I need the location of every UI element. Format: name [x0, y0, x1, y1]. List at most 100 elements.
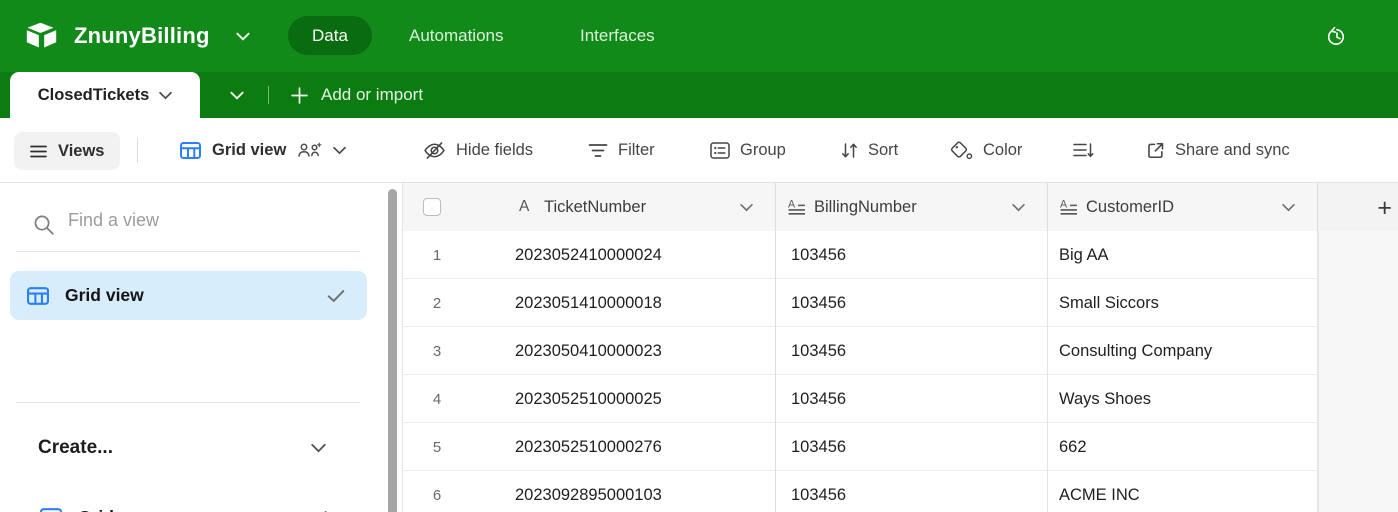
- sort-button[interactable]: Sort: [841, 118, 898, 182]
- row-number: 5: [421, 423, 453, 471]
- column-menu-chevron-down-icon[interactable]: [1282, 203, 1295, 212]
- billingnumber-cell[interactable]: 103456: [776, 327, 1048, 375]
- sidebar-view-grid-view[interactable]: Grid view: [10, 271, 367, 320]
- customerid-cell[interactable]: Big AA: [1048, 231, 1318, 279]
- add-or-import-button[interactable]: Add or import: [291, 72, 423, 118]
- plus-icon: +: [1377, 194, 1392, 223]
- grid-body: 1 2023052410000024 103456 Big AA 2 20230…: [403, 231, 1318, 512]
- billingnumber-cell[interactable]: 103456: [776, 423, 1048, 471]
- sidebar-scrollbar[interactable]: [388, 189, 397, 512]
- ticketnumber-cell[interactable]: 1 2023052410000024: [403, 231, 776, 279]
- eye-off-icon: [423, 141, 446, 160]
- table-row: 3 2023050410000023 103456 Consulting Com…: [403, 327, 1318, 375]
- views-button[interactable]: Views: [14, 132, 120, 170]
- ticketnumber-cell[interactable]: 6 2023092895000103: [403, 471, 776, 512]
- row-number: 1: [421, 231, 453, 279]
- base-title: ZnunyBilling: [74, 0, 210, 72]
- history-icon[interactable]: [1326, 26, 1347, 47]
- table-list-chevron-down-icon[interactable]: [220, 72, 254, 118]
- row-number: 4: [421, 375, 453, 423]
- billingnumber-cell[interactable]: 103456: [776, 231, 1048, 279]
- row-number: 3: [421, 327, 453, 375]
- ticketnumber-cell[interactable]: 4 2023052510000025: [403, 375, 776, 423]
- table-row: 5 2023052510000276 103456 662: [403, 423, 1318, 471]
- add-or-import-label: Add or import: [321, 85, 423, 105]
- hide-fields-button[interactable]: Hide fields: [423, 118, 533, 182]
- create-chevron-down-icon: [311, 443, 326, 453]
- single-line-text-field-icon: A: [519, 198, 529, 216]
- view-name: Grid view: [65, 285, 144, 306]
- group-label: Group: [740, 141, 786, 160]
- grid-view-icon: [40, 508, 62, 512]
- app-logo-icon[interactable]: [26, 22, 57, 49]
- collaborators-icon: [297, 142, 322, 159]
- column-header-customerid[interactable]: A CustomerID: [1048, 183, 1318, 231]
- views-label: Views: [58, 142, 104, 161]
- base-title-chevron-down-icon[interactable]: [236, 0, 250, 72]
- ticketnumber-cell[interactable]: 5 2023052510000276: [403, 423, 776, 471]
- select-all-checkbox[interactable]: [423, 198, 441, 216]
- customerid-cell[interactable]: Consulting Company: [1048, 327, 1318, 375]
- row-number: 6: [421, 471, 453, 512]
- search-underline: [16, 251, 360, 252]
- ticketnumber-cell[interactable]: 3 2023050410000023: [403, 327, 776, 375]
- views-sidebar: Find a view Grid view Create...: [0, 183, 403, 512]
- airtable-app-window: ZnunyBilling Data Automations Interfaces…: [0, 0, 1398, 512]
- billingnumber-cell[interactable]: 103456: [776, 279, 1048, 327]
- column-menu-chevron-down-icon[interactable]: [740, 203, 753, 212]
- create-section-toggle[interactable]: Create...: [0, 428, 370, 468]
- long-text-field-icon: A: [788, 199, 806, 216]
- check-icon: [327, 289, 345, 303]
- sort-icon: [841, 142, 858, 159]
- table-tab-closedtickets[interactable]: ClosedTickets: [10, 72, 200, 118]
- add-column-area: [1318, 231, 1398, 512]
- group-button[interactable]: Group: [710, 118, 786, 182]
- svg-text:A: A: [1060, 199, 1068, 211]
- find-a-view-input[interactable]: Find a view: [68, 210, 159, 231]
- column-header-billingnumber[interactable]: A BillingNumber: [776, 183, 1048, 231]
- external-link-icon: [1146, 141, 1165, 160]
- customerid-cell[interactable]: Small Siccors: [1048, 279, 1318, 327]
- customerid-cell[interactable]: Ways Shoes: [1048, 375, 1318, 423]
- toolbar-divider: [137, 138, 138, 163]
- nav-tab-automations[interactable]: Automations: [409, 0, 504, 72]
- main-content: Find a view Grid view Create...: [0, 183, 1398, 512]
- nav-tab-data[interactable]: Data: [288, 16, 372, 55]
- table-tab-bar: ClosedTickets Add or import: [0, 72, 1398, 118]
- table-row: 1 2023052410000024 103456 Big AA: [403, 231, 1318, 279]
- create-grid-item[interactable]: Grid +: [10, 493, 367, 512]
- table-row: 2 2023051410000018 103456 Small Siccors: [403, 279, 1318, 327]
- view-toolbar: Views Grid view Hide f: [0, 118, 1398, 183]
- column-name: CustomerID: [1086, 183, 1174, 231]
- ticketnumber-cell[interactable]: 2 2023051410000018: [403, 279, 776, 327]
- color-button[interactable]: Color: [950, 118, 1022, 182]
- group-icon: [710, 142, 730, 159]
- column-name: BillingNumber: [814, 183, 917, 231]
- row-height-button[interactable]: [1073, 118, 1094, 182]
- filter-label: Filter: [618, 141, 655, 160]
- column-name: TicketNumber: [544, 183, 646, 231]
- tabbar-divider: [268, 86, 269, 104]
- paint-bucket-icon: [950, 140, 973, 160]
- billingnumber-cell[interactable]: 103456: [776, 471, 1048, 512]
- nav-tab-interfaces[interactable]: Interfaces: [580, 0, 655, 72]
- hide-fields-label: Hide fields: [456, 141, 533, 160]
- filter-button[interactable]: Filter: [588, 118, 655, 182]
- view-switcher[interactable]: Grid view: [180, 118, 346, 182]
- plus-icon: +: [319, 504, 332, 512]
- column-header-ticketnumber[interactable]: A TicketNumber: [403, 183, 776, 231]
- search-icon: [33, 214, 55, 236]
- table-row: 6 2023092895000103 103456 ACME INC: [403, 471, 1318, 512]
- customerid-cell[interactable]: 662: [1048, 423, 1318, 471]
- filter-icon: [588, 143, 608, 158]
- add-field-button[interactable]: +: [1318, 183, 1398, 231]
- billingnumber-cell[interactable]: 103456: [776, 375, 1048, 423]
- create-grid-label: Grid: [78, 507, 114, 512]
- share-and-sync-label: Share and sync: [1175, 141, 1290, 160]
- hamburger-icon: [30, 145, 47, 158]
- long-text-field-icon: A: [1060, 199, 1078, 216]
- table-tab-label: ClosedTickets: [38, 86, 150, 105]
- customerid-cell[interactable]: ACME INC: [1048, 471, 1318, 512]
- share-and-sync-button[interactable]: Share and sync: [1146, 118, 1290, 182]
- column-menu-chevron-down-icon[interactable]: [1012, 203, 1025, 212]
